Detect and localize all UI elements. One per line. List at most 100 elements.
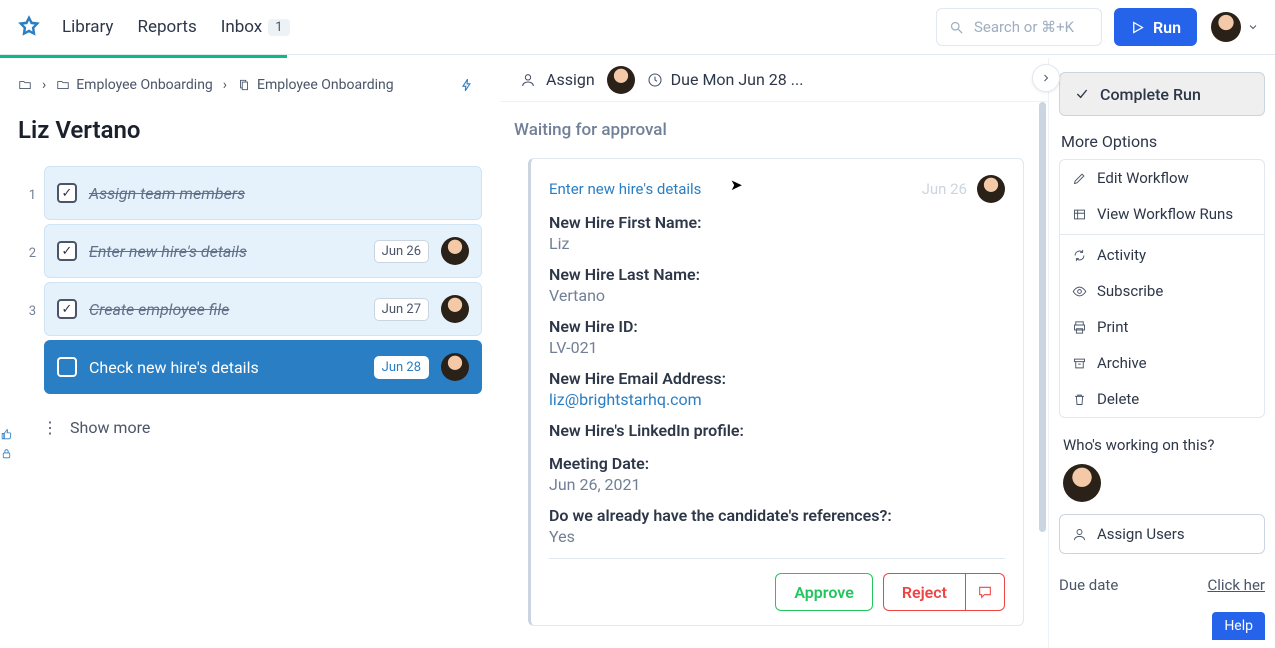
run-label: Run: [1153, 18, 1181, 37]
assign-label: Assign: [546, 70, 595, 89]
task-date: Jun 26: [374, 240, 429, 263]
assignee-avatar[interactable]: [441, 295, 469, 323]
card-avatar[interactable]: [977, 175, 1005, 203]
item-label: Delete: [1097, 390, 1139, 408]
more-options-heading: More Options: [1061, 132, 1265, 151]
task-number: 3: [18, 304, 36, 319]
task-label: Assign team members: [89, 184, 469, 203]
nav-inbox[interactable]: Inbox 1: [221, 17, 290, 37]
field-label: New Hire Email Address:: [549, 369, 1005, 388]
field-label: New Hire's LinkedIn profile:: [549, 421, 1005, 440]
assign-users-button[interactable]: Assign Users: [1059, 514, 1265, 554]
complete-run-button[interactable]: Complete Run: [1059, 72, 1265, 116]
reject-button[interactable]: Reject: [883, 573, 965, 611]
edit-workflow-item[interactable]: Edit Workflow: [1060, 160, 1264, 196]
subscribe-item[interactable]: Subscribe: [1060, 273, 1264, 309]
field-value: LV-021: [549, 338, 1005, 357]
archive-item[interactable]: Archive: [1060, 345, 1264, 381]
item-label: Archive: [1097, 354, 1147, 372]
status-heading: Waiting for approval: [514, 120, 1024, 140]
help-button[interactable]: Help: [1212, 612, 1265, 640]
breadcrumb-workflow[interactable]: Employee Onboarding: [237, 77, 394, 93]
task-item[interactable]: ✓ Create employee file Jun 27: [44, 282, 482, 336]
chevron-right-icon: ›: [42, 77, 46, 93]
breadcrumb-workflow-label: Employee Onboarding: [257, 77, 394, 93]
set-due-link[interactable]: Click her: [1207, 576, 1265, 594]
user-avatar[interactable]: [1211, 12, 1241, 42]
left-panel: › Employee Onboarding › Employee Onboard…: [0, 58, 500, 648]
page-title: Liz Vertano: [18, 116, 482, 144]
assignee-avatar[interactable]: [441, 237, 469, 265]
field-label: New Hire First Name:: [549, 213, 1005, 232]
scrollbar[interactable]: [1039, 102, 1046, 532]
comment-icon: [977, 584, 993, 600]
task-item[interactable]: ✓ Enter new hire's details Jun 26: [44, 224, 482, 278]
assign-button[interactable]: Assign: [520, 70, 595, 89]
chevron-right-icon: [1040, 72, 1052, 84]
archive-icon: [1072, 356, 1087, 371]
breadcrumb-folder[interactable]: Employee Onboarding: [56, 77, 213, 93]
field-value: Vertano: [549, 286, 1005, 305]
logo-icon[interactable]: [16, 14, 42, 40]
show-more-button[interactable]: ⋮ Show more: [42, 418, 482, 437]
lock-icon[interactable]: [0, 447, 13, 460]
pencil-icon: [1072, 171, 1087, 186]
person-icon: [1072, 527, 1087, 542]
task-number: 2: [18, 246, 36, 261]
breadcrumb-root[interactable]: [18, 78, 32, 92]
task-checkbox[interactable]: ✓: [57, 241, 77, 261]
run-button[interactable]: Run: [1114, 8, 1197, 46]
item-label: Print: [1097, 318, 1128, 336]
task-checkbox[interactable]: ✓: [57, 183, 77, 203]
field-value-email[interactable]: liz@brightstarhq.com: [549, 390, 1005, 409]
main-panel: Assign Due Mon Jun 28 ... Waiting for ap…: [500, 58, 1049, 648]
chevron-down-icon[interactable]: [1247, 21, 1259, 33]
task-date: Jun 28: [374, 356, 429, 379]
bolt-icon: [460, 76, 474, 94]
task-checkbox[interactable]: [57, 357, 77, 377]
delete-item[interactable]: Delete: [1060, 381, 1264, 417]
field-label: New Hire Last Name:: [549, 265, 1005, 284]
assignee-avatar[interactable]: [441, 353, 469, 381]
field-value: Jun 26, 2021: [549, 475, 1005, 494]
complete-label: Complete Run: [1100, 85, 1201, 104]
task-list: 1 ✓ Assign team members 2 ✓ Enter new hi…: [18, 166, 482, 398]
folder-icon: [56, 78, 70, 92]
task-checkbox[interactable]: ✓: [57, 299, 77, 319]
working-avatar[interactable]: [1063, 464, 1101, 502]
expand-button[interactable]: [1032, 64, 1060, 92]
check-icon: [1074, 86, 1090, 102]
nav-library[interactable]: Library: [62, 17, 113, 37]
approve-button[interactable]: Approve: [775, 573, 872, 611]
automation-button[interactable]: [452, 70, 482, 100]
card-source-link[interactable]: Enter new hire's details: [549, 180, 701, 198]
task-item[interactable]: ✓ Assign team members: [44, 166, 482, 220]
dots-vertical-icon: ⋮: [42, 418, 58, 437]
refresh-icon: [1072, 248, 1087, 263]
field-value: Liz: [549, 234, 1005, 253]
person-icon: [520, 72, 536, 88]
breadcrumb: › Employee Onboarding › Employee Onboard…: [18, 70, 482, 100]
clock-icon: [647, 72, 663, 88]
play-icon: [1130, 20, 1145, 35]
item-label: View Workflow Runs: [1097, 205, 1233, 223]
print-item[interactable]: Print: [1060, 309, 1264, 345]
trash-icon: [1072, 392, 1087, 407]
field-label: Do we already have the candidate's refer…: [549, 506, 1005, 525]
assignee-avatar[interactable]: [607, 66, 635, 94]
reject-comment-button[interactable]: [965, 573, 1005, 611]
task-label: Check new hire's details: [89, 358, 362, 377]
field-label: New Hire ID:: [549, 317, 1005, 336]
task-date: Jun 27: [374, 298, 429, 321]
task-item-active[interactable]: Check new hire's details Jun 28: [44, 340, 482, 394]
search-input[interactable]: Search or ⌘+K: [936, 8, 1102, 46]
due-date-button[interactable]: Due Mon Jun 28 ...: [647, 70, 804, 89]
view-runs-item[interactable]: View Workflow Runs: [1060, 196, 1264, 232]
print-icon: [1072, 320, 1087, 335]
activity-item[interactable]: Activity: [1060, 237, 1264, 273]
due-label: Due Mon Jun 28 ...: [671, 70, 804, 89]
nav-reports[interactable]: Reports: [137, 17, 196, 37]
item-label: Subscribe: [1097, 282, 1163, 300]
thumbs-up-icon[interactable]: [0, 428, 13, 441]
search-icon: [949, 20, 964, 35]
